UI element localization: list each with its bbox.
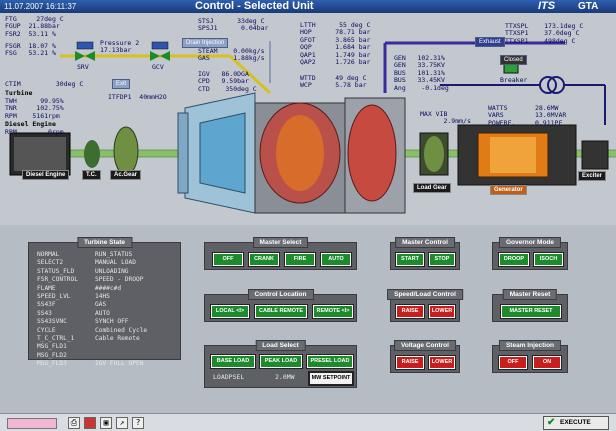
control-location-panel: Control Location LOCAL <I> CABLE REMOTE … (204, 289, 357, 322)
check-icon: ✔ (547, 417, 556, 428)
remote-button[interactable]: REMOTE <I> (313, 305, 353, 318)
voltage-lower-button[interactable]: LOWER (429, 356, 455, 369)
master-select-panel: Master Select OFF CRANK FIRE AUTO (204, 237, 357, 270)
fuel-readouts: FTG 27deg C FGUP 21.88bar FSR2 53.11 % (5, 15, 64, 38)
srv-label: SRV (77, 63, 89, 71)
message-box[interactable] (7, 418, 57, 429)
master-control-panel: Master Control START STOP (390, 237, 460, 270)
loadpsel-value: 2.0MW (275, 373, 295, 381)
gcv-valve (150, 51, 160, 61)
base-load-button[interactable]: BASE LOAD (211, 355, 255, 368)
itfdp-readout: ITFDP1 40mmH2O (108, 93, 167, 101)
speed-load-panel: Speed/Load Control RAISE LOWER (387, 289, 463, 322)
isoch-button[interactable]: ISOCH (534, 253, 563, 266)
drain-injection-tag: Drain Injection (182, 38, 229, 48)
breaker-label: Breaker (500, 76, 528, 84)
master-reset-panel: Master Reset MASTER RESET (492, 289, 568, 322)
steam-injection-panel: Steam Injection OFF ON (492, 340, 568, 373)
print-icon[interactable]: ⎙ (68, 417, 80, 429)
closed-tag: Closed (500, 55, 527, 65)
exciter (581, 140, 609, 170)
load-select-title: Load Select (255, 340, 306, 351)
control-location-title: Control Location (247, 289, 314, 300)
turbine-state-title: Turbine State (76, 237, 133, 248)
status-bar: ⎙ ▣ ↗ ? ✔ EXECUTE (0, 413, 616, 431)
droop-button[interactable]: DROOP (499, 253, 529, 266)
ac-gear (113, 126, 139, 176)
water-readouts: WTTD 49 deg C WCP 5.78 bar (300, 74, 367, 90)
trend-icon[interactable]: ↗ (116, 417, 128, 429)
master-reset-button[interactable]: MASTER RESET (501, 305, 561, 318)
governor-mode-panel: Governor Mode DROOP ISOCH (492, 237, 568, 270)
execute-button[interactable]: ✔ EXECUTE (543, 416, 609, 430)
diesel-engine-label: Diesel Engine (22, 170, 70, 180)
turbine-state-keys: NORMAL SELECT2 STATUS_FLD FSR_CONTROL FL… (37, 251, 78, 368)
datetime: 11.07.2007 16:11:37 (4, 2, 77, 11)
turbine-state-panel: Turbine State NORMAL SELECT2 STATUS_FLD … (28, 237, 181, 367)
exciter-label: Exciter (578, 171, 607, 181)
master-select-crank-button[interactable]: CRANK (249, 253, 279, 266)
tc-label: T.C. (82, 170, 101, 180)
presel-load-button[interactable]: PRESEL LOAD (307, 355, 353, 368)
vibration-readout: MAX VIB 2.9mm/s (420, 110, 471, 126)
page-title: Control - Selected Unit (195, 0, 314, 12)
speed-load-title: Speed/Load Control (387, 289, 463, 300)
steam-readouts: STEAM 0.00kg/s GAS 1.88kg/s (198, 47, 265, 63)
turbine-schematic: FTG 27deg C FGUP 21.88bar FSR2 53.11 % F… (0, 13, 616, 225)
gcv-label: GCV (152, 63, 164, 71)
fuel-readouts-2: FSGR 18.07 % FSG 53.21 % (5, 42, 56, 58)
master-select-fire-button[interactable]: FIRE (285, 253, 315, 266)
governor-mode-title: Governor Mode (498, 237, 562, 248)
gen-readouts: GEN 102.31% GEN 33.75KV BUS 101.31% BUS … (394, 54, 449, 92)
turbine-state-values: RUN_STATUS MANUAL LOAD UNLOADING SPEED -… (95, 251, 148, 368)
unit-name: GTA (578, 1, 599, 12)
oil-readouts: LTTH 55 deg C HOP 78.71 bar GFOT 3.865 b… (300, 21, 371, 67)
diesel-readout: RPM 0rpm (5, 128, 64, 136)
exit-tag: Exit (112, 79, 131, 89)
voltage-control-panel: Voltage Control RAISE LOWER (390, 340, 460, 373)
load-gear-label: Load Gear (413, 183, 451, 193)
loadpsel-label: LOADPSEL (213, 373, 245, 381)
ttx-readouts: TTXSPL 173.1deg C TTXSP1 37.0deg C TTXSP… (505, 22, 584, 45)
turbine-readouts: TWH 99.95% TNR 102.75% RPM 5161rpm (5, 97, 64, 120)
local-button[interactable]: LOCAL <I> (211, 305, 249, 318)
exhaust-tag: Exhaust (475, 37, 505, 47)
generator-label: Generator (490, 185, 527, 195)
master-select-off-button[interactable]: OFF (213, 253, 243, 266)
pressure-readout: Pressure 2 17.13bar (100, 39, 140, 55)
help-icon[interactable]: ? (132, 417, 144, 429)
title-bar: 11.07.2007 16:11:37 Control - Selected U… (0, 0, 616, 13)
power-readouts: WATTS 28.6MW VARS 13.0MVAR POWERF. 0.911… (488, 104, 567, 127)
start-button[interactable]: START (396, 253, 424, 266)
voltage-raise-button[interactable]: RAISE (396, 356, 424, 369)
master-reset-title: Master Reset (502, 289, 558, 300)
speed-raise-button[interactable]: RAISE (396, 305, 424, 318)
master-control-title: Master Control (395, 237, 455, 248)
ctim-readout: CTIM 30deg C (5, 80, 84, 88)
peak-load-button[interactable]: PEAK LOAD (260, 355, 302, 368)
cable-remote-button[interactable]: CABLE REMOTE (255, 305, 307, 318)
speed-lower-button[interactable]: LOWER (429, 305, 455, 318)
brand-logo: ITS (538, 0, 556, 12)
torque-converter (84, 140, 100, 168)
acgear-label: Ac.Gear (110, 170, 142, 180)
steam-off-button[interactable]: OFF (499, 356, 527, 369)
igv-readouts: IGV 86.0DGA CPD 9.59bar CTD 350deg C (198, 70, 257, 93)
voltage-control-title: Voltage Control (394, 340, 456, 351)
sts-readouts: STSJ 33deg C SPSJ1 0.04bar (198, 17, 269, 33)
execute-label: EXECUTE (560, 419, 591, 426)
master-select-auto-button[interactable]: AUTO (321, 253, 351, 266)
master-select-title: Master Select (252, 237, 309, 248)
window-icon[interactable]: ▣ (100, 417, 112, 429)
mw-setpoint-button[interactable]: MW SETPOINT (309, 372, 353, 385)
srv-valve (75, 51, 85, 61)
steam-on-button[interactable]: ON (533, 356, 561, 369)
stop-button[interactable]: STOP (429, 253, 455, 266)
steam-injection-title: Steam Injection (498, 340, 562, 351)
load-select-panel: Load Select BASE LOAD PEAK LOAD PRESEL L… (204, 340, 357, 388)
alarm-icon[interactable] (84, 417, 96, 429)
